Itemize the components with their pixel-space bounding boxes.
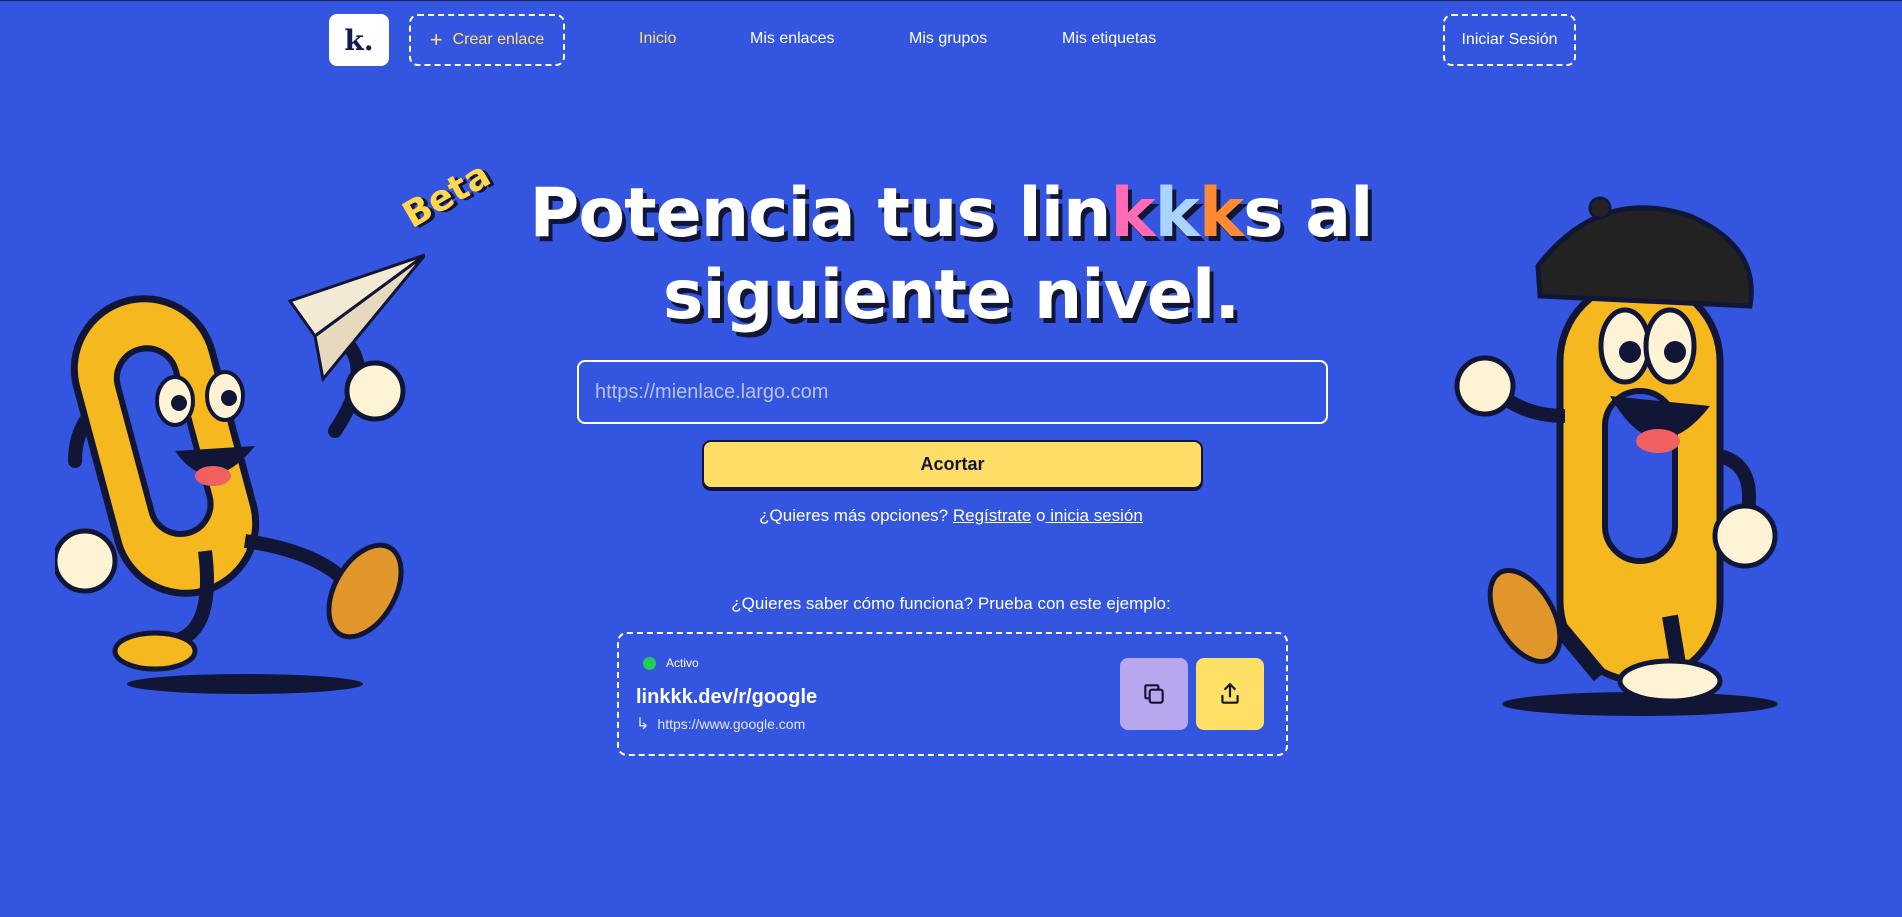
- login-link[interactable]: inicia sesión: [1046, 506, 1143, 525]
- copy-button[interactable]: [1120, 658, 1188, 730]
- status-indicator: Activo: [643, 656, 699, 670]
- hero-title-k-pink: k: [1110, 174, 1155, 253]
- status-dot: [643, 656, 656, 670]
- status-label: Activo: [666, 656, 699, 670]
- hero-title: Potencia tus linkkks al siguiente nivel.: [0, 173, 1902, 337]
- example-intro: ¿Quieres saber cómo funciona? Prueba con…: [731, 594, 1171, 613]
- logo[interactable]: k.: [329, 14, 389, 66]
- share-button[interactable]: [1196, 658, 1264, 730]
- share-icon: [1221, 682, 1239, 704]
- destination-url: https://www.google.com: [657, 716, 806, 732]
- hero-title-line2: siguiente nivel.: [662, 256, 1240, 335]
- more-options-text: ¿Quieres más opciones? Regístrate o inic…: [0, 506, 1902, 526]
- plus-icon: +: [429, 27, 443, 52]
- register-link[interactable]: Regístrate: [953, 506, 1031, 525]
- nav-link-mis-grupos[interactable]: Mis grupos: [909, 30, 987, 48]
- hero-title-part1: Potencia tus lin: [529, 174, 1112, 253]
- nav-link-mis-enlaces[interactable]: Mis enlaces: [750, 30, 834, 48]
- nav-link-inicio[interactable]: Inicio: [639, 30, 676, 48]
- short-url[interactable]: linkkk.dev/r/google: [636, 686, 817, 709]
- shorten-button[interactable]: Acortar: [702, 440, 1203, 489]
- nav-link-mis-etiquetas[interactable]: Mis etiquetas: [1062, 30, 1156, 48]
- return-arrow-icon: ↳: [636, 716, 650, 733]
- hero-title-k-blue: k: [1154, 174, 1200, 253]
- destination-url-row: ↳ https://www.google.com: [636, 714, 805, 734]
- copy-icon: [1144, 684, 1164, 704]
- navbar: k. + Crear enlace Inicio Mis enlaces Mis…: [329, 14, 1576, 66]
- hero-title-k-orange: k: [1198, 174, 1244, 253]
- more-options-prefix: ¿Quieres más opciones?: [759, 506, 949, 525]
- example-link-card: Activo linkkk.dev/r/google ↳ https://www…: [617, 632, 1288, 756]
- or-text: o: [1036, 506, 1046, 525]
- create-link-button[interactable]: + Crear enlace: [409, 14, 565, 66]
- url-input[interactable]: [577, 360, 1328, 424]
- hero-title-part2: s al: [1243, 174, 1373, 253]
- login-button[interactable]: Iniciar Sesión: [1443, 14, 1576, 66]
- create-link-label: Crear enlace: [452, 31, 545, 48]
